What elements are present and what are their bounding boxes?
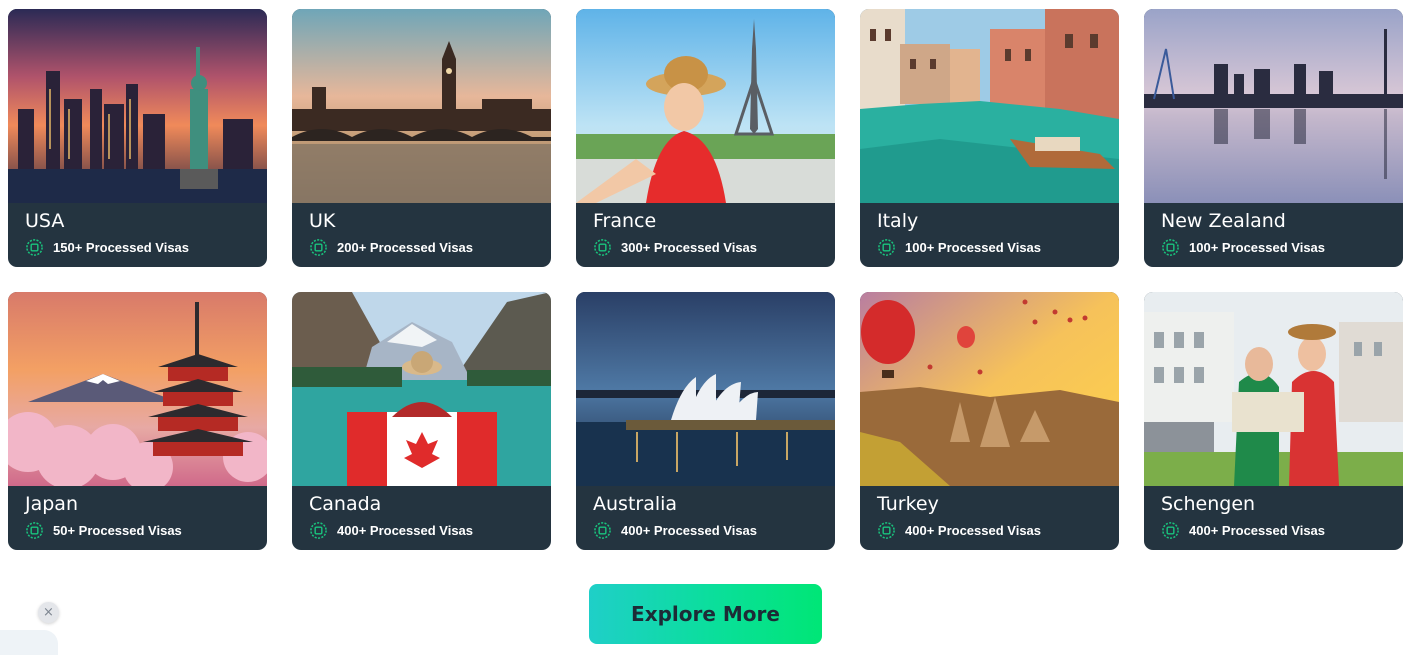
visa-stamp-icon — [593, 521, 612, 540]
visa-stamp-icon — [1161, 238, 1180, 257]
visa-count: 400+ Processed Visas — [1189, 523, 1326, 538]
japan-info: Japan 50+ Processed Visas — [8, 486, 267, 550]
australia-info: Australia 400+ Processed Visas — [576, 486, 835, 550]
country-name: Schengen — [1161, 493, 1256, 515]
destination-card-uk[interactable]: UK 200+ Processed Visas — [292, 9, 551, 267]
country-name: Turkey — [877, 493, 939, 515]
usa-photo — [8, 9, 267, 203]
visa-count-row: 150+ Processed Visas — [25, 238, 251, 257]
destination-card-france[interactable]: France 300+ Processed Visas — [576, 9, 835, 267]
country-name: France — [593, 210, 657, 232]
france-photo — [576, 9, 835, 203]
visa-stamp-icon — [309, 238, 328, 257]
chat-widget-tab[interactable] — [0, 630, 58, 655]
destination-card-italy[interactable]: Italy 100+ Processed Visas — [860, 9, 1119, 267]
visa-count: 400+ Processed Visas — [337, 523, 474, 538]
country-name: New Zealand — [1161, 210, 1286, 232]
destination-grid: USA 150+ Processed Visas UK 200+ Process… — [8, 9, 1403, 550]
country-name: Japan — [25, 493, 78, 515]
close-icon[interactable]: × — [38, 602, 59, 623]
visa-count: 50+ Processed Visas — [53, 523, 182, 538]
visa-count: 100+ Processed Visas — [1189, 240, 1326, 255]
france-info: France 300+ Processed Visas — [576, 203, 835, 267]
uk-info: UK 200+ Processed Visas — [292, 203, 551, 267]
visa-count-row: 100+ Processed Visas — [1161, 238, 1387, 257]
visa-stamp-icon — [309, 521, 328, 540]
explore-more-button[interactable]: Explore More — [589, 584, 822, 644]
country-name: UK — [309, 210, 336, 232]
italy-photo — [860, 9, 1119, 203]
destination-card-turkey[interactable]: Turkey 400+ Processed Visas — [860, 292, 1119, 550]
visa-count: 150+ Processed Visas — [53, 240, 190, 255]
visa-count: 200+ Processed Visas — [337, 240, 474, 255]
turkey-photo — [860, 292, 1119, 486]
visa-count-row: 400+ Processed Visas — [1161, 521, 1387, 540]
country-name: USA — [25, 210, 65, 232]
visa-count-row: 300+ Processed Visas — [593, 238, 819, 257]
japan-photo — [8, 292, 267, 486]
schengen-info: Schengen 400+ Processed Visas — [1144, 486, 1403, 550]
visa-stamp-icon — [25, 238, 44, 257]
visa-stamp-icon — [1161, 521, 1180, 540]
visa-count-row: 50+ Processed Visas — [25, 521, 251, 540]
visa-count: 400+ Processed Visas — [905, 523, 1042, 538]
canada-info: Canada 400+ Processed Visas — [292, 486, 551, 550]
visa-count: 400+ Processed Visas — [621, 523, 758, 538]
visa-stamp-icon — [877, 238, 896, 257]
visa-count-row: 400+ Processed Visas — [877, 521, 1103, 540]
schengen-photo — [1144, 292, 1403, 486]
visa-stamp-icon — [593, 238, 612, 257]
visa-count: 300+ Processed Visas — [621, 240, 758, 255]
destination-card-australia[interactable]: Australia 400+ Processed Visas — [576, 292, 835, 550]
country-name: Italy — [877, 210, 919, 232]
uk-photo — [292, 9, 551, 203]
country-name: Canada — [309, 493, 382, 515]
new-zealand-info: New Zealand 100+ Processed Visas — [1144, 203, 1403, 267]
usa-info: USA 150+ Processed Visas — [8, 203, 267, 267]
destination-card-canada[interactable]: Canada 400+ Processed Visas — [292, 292, 551, 550]
country-name: Australia — [593, 493, 678, 515]
destination-card-new-zealand[interactable]: New Zealand 100+ Processed Visas — [1144, 9, 1403, 267]
canada-photo — [292, 292, 551, 486]
visa-stamp-icon — [25, 521, 44, 540]
visa-count-row: 400+ Processed Visas — [309, 521, 535, 540]
italy-info: Italy 100+ Processed Visas — [860, 203, 1119, 267]
visa-count-row: 100+ Processed Visas — [877, 238, 1103, 257]
destination-card-usa[interactable]: USA 150+ Processed Visas — [8, 9, 267, 267]
visa-count-row: 400+ Processed Visas — [593, 521, 819, 540]
new-zealand-photo — [1144, 9, 1403, 203]
turkey-info: Turkey 400+ Processed Visas — [860, 486, 1119, 550]
destination-card-japan[interactable]: Japan 50+ Processed Visas — [8, 292, 267, 550]
destinations-section: USA 150+ Processed Visas UK 200+ Process… — [0, 0, 1420, 655]
visa-count-row: 200+ Processed Visas — [309, 238, 535, 257]
visa-count: 100+ Processed Visas — [905, 240, 1042, 255]
australia-photo — [576, 292, 835, 486]
visa-stamp-icon — [877, 521, 896, 540]
destination-card-schengen[interactable]: Schengen 400+ Processed Visas — [1144, 292, 1403, 550]
